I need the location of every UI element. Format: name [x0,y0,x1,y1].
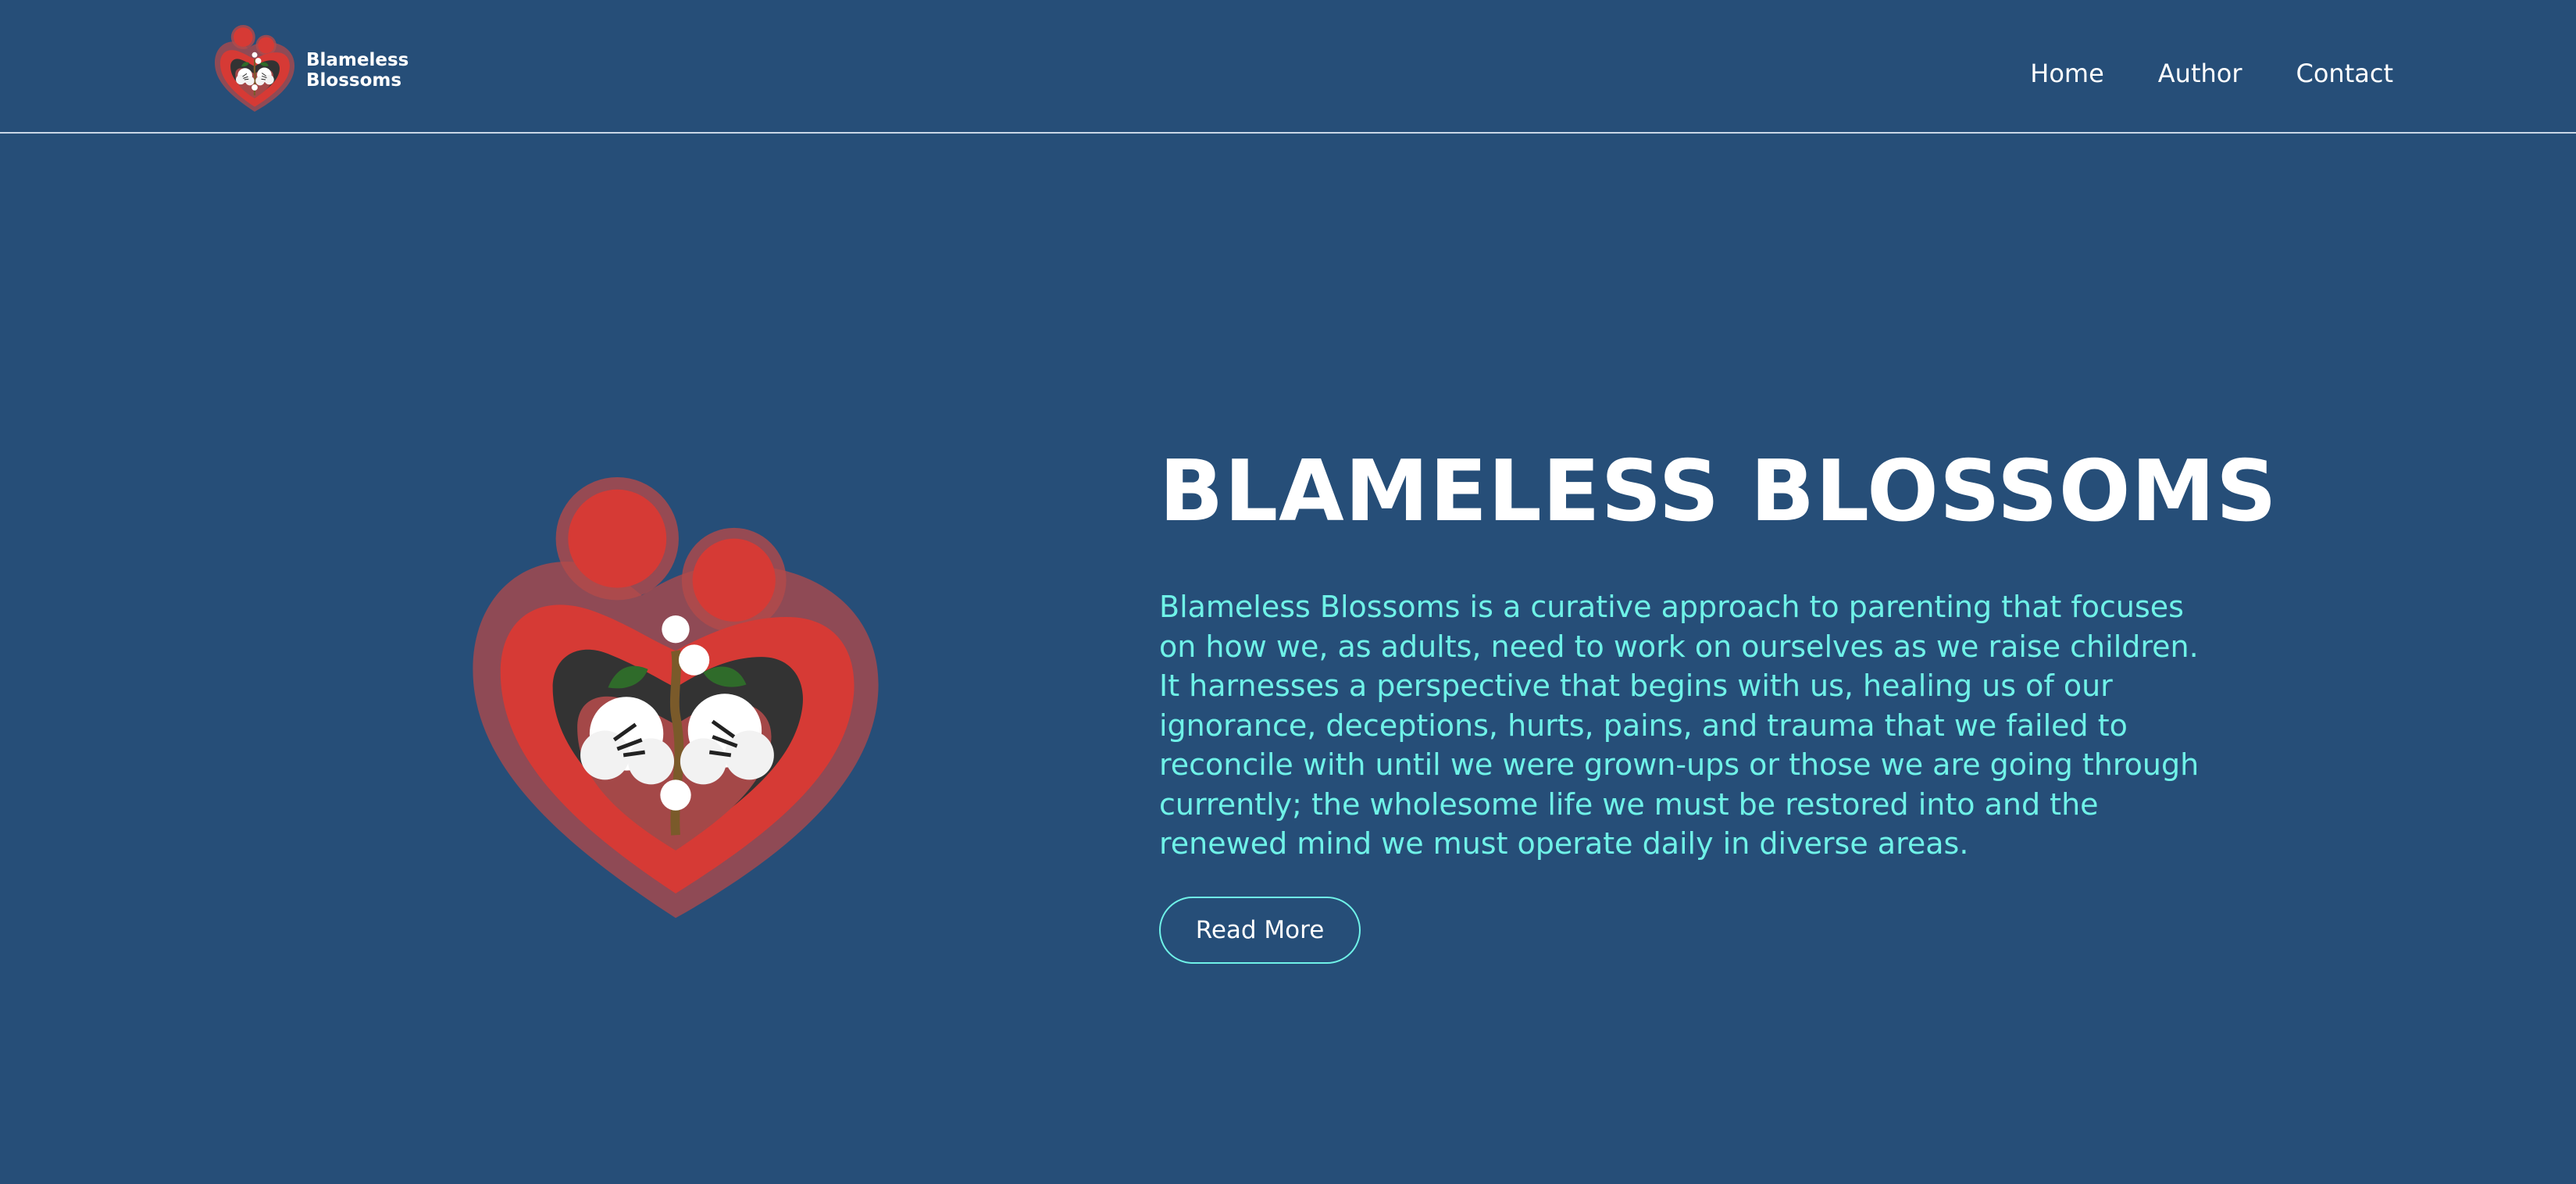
nav-contact[interactable]: Contact [2296,55,2394,92]
hero-heart-logo [445,469,906,947]
brand-name[interactable]: Blameless Blossoms [306,50,409,91]
site-header: Blameless Blossoms Home Author Contact [0,0,2576,134]
brand-name-line2: Blossoms [306,70,402,91]
hero-content: BLAMELESS BLOSSOMS Blameless Blossoms is… [1159,437,2299,964]
nav-home[interactable]: Home [2030,55,2104,92]
main-nav: Home Author Contact [1976,55,2393,92]
brand-name-line1: Blameless [306,50,409,70]
nav-author[interactable]: Author [2158,55,2242,92]
read-more-button[interactable]: Read More [1159,896,1361,964]
hero-title: BLAMELESS BLOSSOMS [1159,443,2278,540]
hero-description: Blameless Blossoms is a curative approac… [1159,590,2200,861]
brand[interactable]: Blameless Blossoms [209,23,409,117]
blameless-blossoms-logo[interactable] [209,23,300,117]
